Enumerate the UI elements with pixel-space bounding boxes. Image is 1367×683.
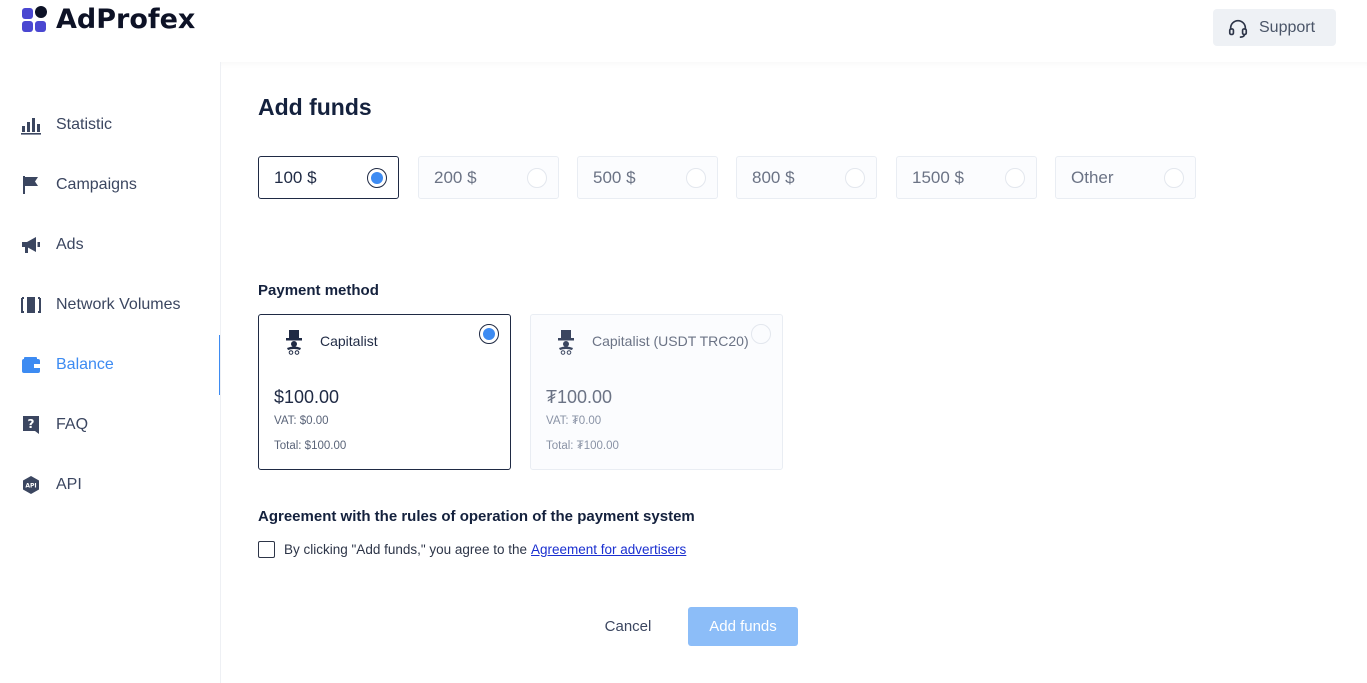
svg-text:?: ? <box>28 417 35 431</box>
amount-option-other[interactable]: Other <box>1055 156 1196 199</box>
sidebar-item-label: Statistic <box>56 116 113 133</box>
amount-radio[interactable] <box>367 168 387 188</box>
payment-amount: $100.00 <box>274 387 340 407</box>
amount-option-500[interactable]: 500 $ <box>577 156 718 199</box>
question-icon: ? <box>21 415 41 435</box>
payment-total: Total: ₮100.00 <box>546 440 619 452</box>
logo-mark-icon <box>22 5 48 34</box>
logo-text: AdProfex <box>56 4 196 35</box>
amount-radio[interactable] <box>845 168 865 188</box>
sidebar-item-ads[interactable]: Ads <box>0 215 221 275</box>
payment-amount: ₮100.00 <box>546 387 613 407</box>
network-volumes-icon <box>21 295 41 315</box>
sidebar-item-label: Network Volumes <box>56 296 181 313</box>
headset-icon <box>1228 19 1248 38</box>
amount-label: 800 $ <box>752 167 795 187</box>
sidebar-item-label: API <box>56 476 82 493</box>
sidebar-item-label: Balance <box>56 356 114 373</box>
payment-card-capitalist[interactable]: Capitalist $100.00 VAT: $0.00 Total: $10… <box>258 314 511 470</box>
add-funds-button[interactable]: Add funds <box>688 607 798 646</box>
main-content: Add funds 100 $ 200 $ 500 $ 800 $ 1500 $… <box>221 62 1367 683</box>
payment-card-capitalist-usdt[interactable]: Capitalist (USDT TRC20) ₮100.00 VAT: ₮0.… <box>530 314 783 470</box>
amount-label: 100 $ <box>274 167 317 187</box>
amount-option-800[interactable]: 800 $ <box>736 156 877 199</box>
amount-option-200[interactable]: 200 $ <box>418 156 559 199</box>
amount-label: 200 $ <box>434 167 477 187</box>
sidebar-item-label: Ads <box>56 236 84 253</box>
sidebar-item-label: FAQ <box>56 416 89 433</box>
sidebar-item-label: Campaigns <box>56 176 137 193</box>
sidebar-item-faq[interactable]: ? FAQ <box>0 395 221 455</box>
cancel-button[interactable]: Cancel <box>589 607 667 646</box>
sidebar-item-campaigns[interactable]: Campaigns <box>0 155 221 215</box>
agreement-heading: Agreement with the rules of operation of… <box>258 508 695 525</box>
sidebar: Statistic Campaigns Ads Network Volumes … <box>0 62 221 683</box>
top-header: AdProfex Support <box>0 0 1367 62</box>
amount-radio[interactable] <box>1005 168 1025 188</box>
payment-radio[interactable] <box>751 324 771 344</box>
amount-label: Other <box>1071 167 1114 187</box>
megaphone-icon <box>21 235 41 255</box>
amount-label: 500 $ <box>593 167 636 187</box>
support-label: Support <box>1259 18 1316 36</box>
payment-vat: VAT: ₮0.00 <box>546 415 602 427</box>
agreement-link[interactable]: Agreement for advertisers <box>531 542 686 557</box>
amount-option-1500[interactable]: 1500 $ <box>896 156 1037 199</box>
payment-radio[interactable] <box>479 324 499 344</box>
amount-option-100[interactable]: 100 $ <box>258 156 399 199</box>
sidebar-item-api[interactable]: API API <box>0 455 221 515</box>
api-icon: API <box>21 475 41 495</box>
agreement-checkbox[interactable] <box>258 541 275 558</box>
wallet-icon <box>21 355 41 375</box>
capitalist-icon <box>286 330 302 355</box>
sidebar-item-statistic[interactable]: Statistic <box>0 95 221 155</box>
payment-total: Total: $100.00 <box>274 440 347 452</box>
amount-radio[interactable] <box>686 168 706 188</box>
agreement-row: By clicking "Add funds," you agree to th… <box>258 541 686 558</box>
capitalist-icon <box>558 330 574 355</box>
amount-radio[interactable] <box>527 168 547 188</box>
sidebar-item-network-volumes[interactable]: Network Volumes <box>0 275 221 335</box>
payment-name: Capitalist <box>320 333 378 349</box>
payment-vat: VAT: $0.00 <box>274 415 329 427</box>
svg-text:API: API <box>25 483 36 490</box>
logo[interactable]: AdProfex <box>22 4 195 35</box>
page-title: Add funds <box>258 94 372 120</box>
flag-icon <box>21 175 41 195</box>
amount-label: 1500 $ <box>912 167 964 187</box>
payment-name: Capitalist (USDT TRC20) <box>592 333 749 349</box>
sidebar-item-balance[interactable]: Balance <box>0 335 221 395</box>
amount-radio[interactable] <box>1164 168 1184 188</box>
bar-chart-icon <box>21 115 41 135</box>
support-button[interactable]: Support <box>1213 9 1336 46</box>
agreement-text: By clicking "Add funds," you agree to th… <box>284 542 527 557</box>
payment-method-heading: Payment method <box>258 282 379 299</box>
